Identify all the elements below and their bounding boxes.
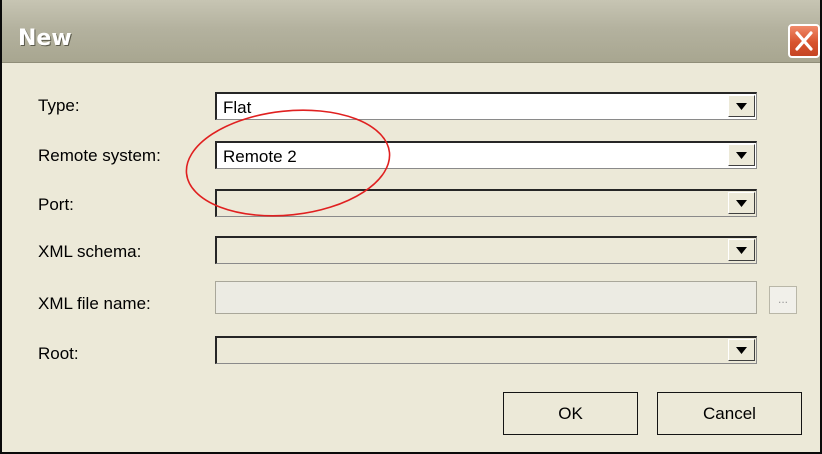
remote-system-dropdown-button[interactable]: [728, 144, 755, 166]
ok-button[interactable]: OK: [503, 392, 638, 435]
chevron-down-icon: [736, 200, 747, 207]
chevron-down-icon: [736, 347, 747, 354]
xml-schema-dropdown[interactable]: [215, 236, 757, 264]
dialog-title: New: [18, 26, 72, 51]
root-dropdown-button[interactable]: [728, 339, 755, 361]
chevron-down-icon: [736, 103, 747, 110]
port-label: Port:: [38, 195, 74, 214]
chevron-down-icon: [736, 152, 747, 159]
port-dropdown-button[interactable]: [728, 192, 755, 214]
xml-schema-dropdown-button[interactable]: [728, 239, 755, 261]
browse-button[interactable]: ...: [769, 286, 797, 314]
remote-system-label: Remote system:: [38, 146, 161, 165]
xml-file-name-input[interactable]: [215, 281, 757, 314]
type-dropdown-button[interactable]: [728, 95, 755, 117]
chevron-down-icon: [736, 247, 747, 254]
root-label: Root:: [38, 344, 79, 363]
annotation-ellipse: [185, 109, 391, 217]
close-icon: [795, 31, 813, 51]
type-label: Type:: [38, 96, 80, 115]
new-dialog: New Type: Flat Remote system: Remote 2 P…: [0, 0, 822, 454]
xml-schema-label: XML schema:: [38, 242, 142, 261]
cancel-button[interactable]: Cancel: [657, 392, 802, 435]
title-bar[interactable]: New: [2, 0, 820, 63]
close-button[interactable]: [788, 24, 820, 58]
root-dropdown[interactable]: [215, 336, 757, 364]
xml-file-name-label: XML file name:: [38, 294, 151, 313]
